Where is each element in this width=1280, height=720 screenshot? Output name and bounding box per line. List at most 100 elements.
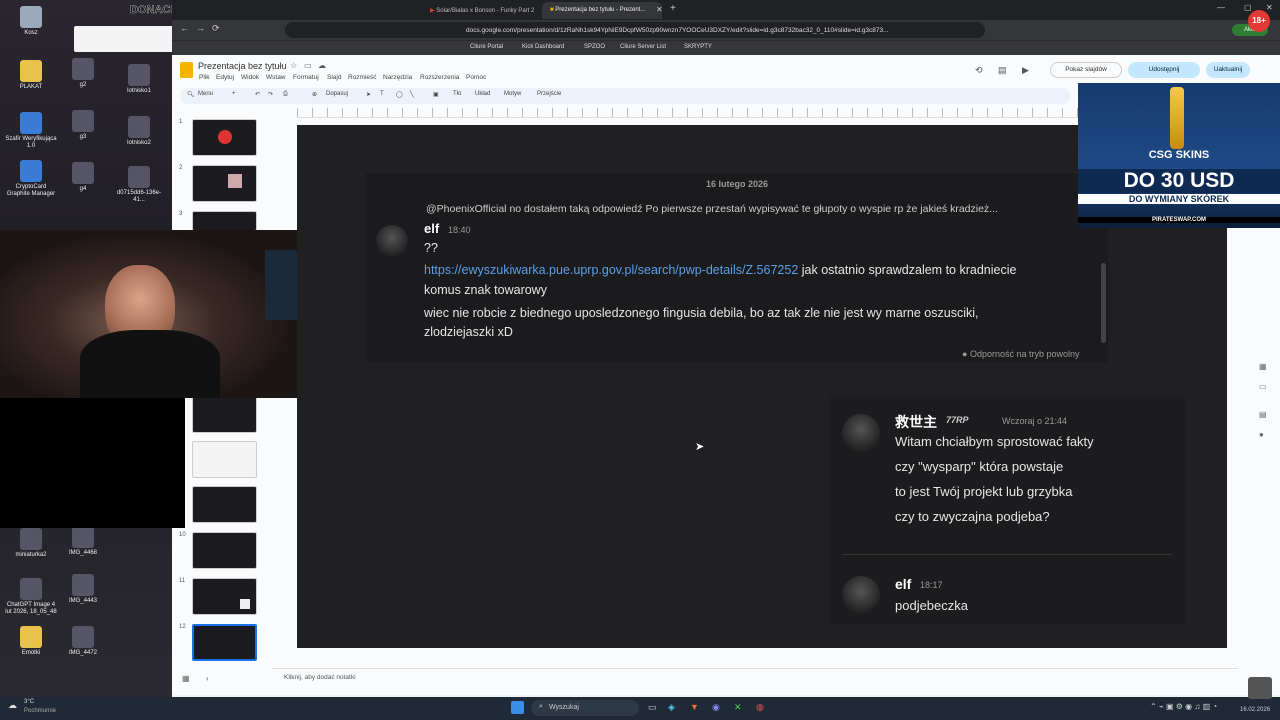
windows-start-icon[interactable] bbox=[511, 701, 524, 714]
zoom-select[interactable]: Dopasuj bbox=[326, 91, 348, 97]
background-button[interactable]: Tło bbox=[453, 91, 461, 97]
desktop-icon-label: IMG_4472 bbox=[68, 650, 98, 656]
meet-icon[interactable]: ▶ bbox=[1022, 65, 1029, 76]
new-tab-icon[interactable]: + bbox=[670, 3, 676, 14]
print-icon[interactable]: ⎙ bbox=[283, 91, 288, 98]
maximize-icon[interactable]: ▢ bbox=[1244, 3, 1252, 12]
theme-button[interactable]: Motyw bbox=[504, 91, 521, 97]
speaker-notes[interactable]: Kliknij, aby dodać notatki bbox=[272, 668, 1238, 688]
menu-search-label[interactable]: Menu bbox=[198, 91, 213, 97]
desktop-icon[interactable]: PLAKAT bbox=[4, 60, 58, 91]
new-slide-icon[interactable]: + bbox=[232, 91, 236, 97]
image-icon bbox=[20, 578, 42, 600]
collapse-panel-icon[interactable]: ‹ bbox=[206, 674, 209, 683]
menu-edit[interactable]: Edytuj bbox=[216, 74, 234, 81]
close-window-icon[interactable]: ✕ bbox=[1266, 3, 1273, 12]
slide-thumbnail-selected[interactable] bbox=[192, 624, 257, 661]
slide-thumbnail[interactable] bbox=[192, 211, 257, 231]
undo-icon[interactable]: ↶ bbox=[255, 91, 260, 98]
menu-slide[interactable]: Slajd bbox=[327, 74, 341, 81]
monitor-image bbox=[265, 250, 297, 320]
bookmark-item[interactable]: SKRYPTY bbox=[684, 44, 712, 50]
steam-icon[interactable]: ◈ bbox=[668, 702, 675, 713]
textbox-icon[interactable]: T bbox=[380, 91, 384, 97]
brave-icon[interactable]: ▼ bbox=[690, 702, 699, 712]
desktop-icon[interactable]: CryptoCard Graphite Manager bbox=[4, 160, 58, 198]
contacts-icon[interactable]: ● bbox=[1259, 430, 1264, 439]
menu-arrange[interactable]: Rozmieść bbox=[348, 74, 377, 81]
search-box[interactable]: ⌕ Wyszukaj bbox=[531, 700, 639, 716]
slide-thumbnail[interactable] bbox=[192, 165, 257, 202]
desktop-icon[interactable]: g4 bbox=[56, 162, 110, 193]
task-view-icon[interactable]: ▭ bbox=[648, 702, 657, 713]
slide-thumbnail[interactable] bbox=[192, 441, 257, 478]
slideshow-button[interactable]: Pokaz slajdów bbox=[1050, 62, 1122, 78]
line-icon[interactable]: ╲ bbox=[410, 91, 414, 98]
slide-thumbnail[interactable] bbox=[192, 119, 257, 156]
forward-icon[interactable]: → bbox=[196, 23, 205, 33]
desktop-icon[interactable]: IMG_4443 bbox=[56, 574, 110, 605]
tab-music[interactable]: ▶ Solar/Białas x Bonson - Funky Part 2 bbox=[422, 2, 540, 19]
menu-tools[interactable]: Narzędzia bbox=[383, 74, 412, 81]
xbox-icon[interactable]: ✕ bbox=[734, 702, 742, 713]
move-folder-icon[interactable]: ▭ bbox=[304, 61, 312, 70]
share-button[interactable]: Udostępnij bbox=[1128, 62, 1200, 78]
desktop-icon[interactable]: lotnisko2 bbox=[112, 116, 166, 147]
app-icon[interactable]: ◍ bbox=[756, 702, 764, 713]
desktop-icon[interactable]: miniaturka2 bbox=[4, 528, 58, 559]
slide-thumbnail[interactable] bbox=[192, 532, 257, 569]
update-button[interactable]: Uaktualnij bbox=[1206, 62, 1250, 78]
menu-extensions[interactable]: Rozszerzenia bbox=[420, 74, 459, 81]
bookmark-item[interactable]: Cliure Portal bbox=[470, 44, 503, 50]
thumb-number: 12 bbox=[179, 624, 186, 630]
minimize-icon[interactable]: — bbox=[1217, 3, 1225, 12]
bookmark-item[interactable]: Kick Dashboard bbox=[522, 44, 564, 50]
slide-thumbnail[interactable] bbox=[192, 578, 257, 615]
shape-icon[interactable]: ◯ bbox=[396, 91, 403, 98]
desktop-icon[interactable]: Kosz bbox=[4, 6, 58, 37]
menu-format[interactable]: Formatuj bbox=[293, 74, 319, 81]
history-icon[interactable]: ⟲ bbox=[975, 65, 983, 76]
desktop-icon[interactable]: g2 bbox=[56, 58, 110, 89]
slide-thumbnail[interactable] bbox=[192, 486, 257, 523]
select-tool-icon[interactable]: ➤ bbox=[366, 91, 371, 98]
transition-button[interactable]: Przejście bbox=[537, 91, 561, 97]
tasks-icon[interactable]: ▤ bbox=[1259, 410, 1267, 419]
menu-insert[interactable]: Wstaw bbox=[266, 74, 286, 81]
desktop-icon[interactable]: IMG_4468 bbox=[56, 526, 110, 557]
desktop-icon[interactable]: g3 bbox=[56, 110, 110, 141]
taskbar: ☁ 3°C Pochmurnie ⌕ Wyszukaj ▭ ◈ ▼ ◉ ✕ ◍ … bbox=[0, 677, 1280, 720]
menu-file[interactable]: Plik bbox=[199, 74, 209, 81]
desktop-icon[interactable]: d0715dd6-136e-41... bbox=[112, 166, 166, 204]
layout-button[interactable]: Układ bbox=[475, 91, 490, 97]
desktop-icon[interactable]: Emotki bbox=[4, 626, 58, 657]
system-tray-icons[interactable]: ⌃ ⌁ ▣ ⚙ ◉ ♫ ▥ ◔ bbox=[1150, 702, 1217, 711]
tab-presentation[interactable]: ■ Prezentacja bez tytułu - Prezent... bbox=[542, 2, 662, 19]
reload-icon[interactable]: ⟳ bbox=[212, 23, 220, 34]
desktop-icon[interactable]: lotnisko1 bbox=[112, 64, 166, 95]
redo-icon[interactable]: ↷ bbox=[268, 91, 273, 98]
star-icon[interactable]: ☆ bbox=[290, 61, 297, 70]
slides-logo-icon[interactable] bbox=[180, 62, 193, 78]
desktop-icon-label: ChatGPT Image 4 lut 2026, 18_05_48 bbox=[5, 602, 57, 615]
desktop-icon[interactable]: Szafir Weryfikująca 1.0 bbox=[4, 112, 58, 150]
divider bbox=[842, 554, 1172, 555]
search-icon[interactable]: 🔍︎ bbox=[187, 91, 195, 98]
close-tab-icon[interactable]: ✕ bbox=[656, 5, 663, 14]
keep-icon[interactable]: ▭ bbox=[1259, 382, 1267, 391]
bookmark-item[interactable]: SPZOO bbox=[584, 44, 605, 50]
desktop-icon[interactable]: IMG_4472 bbox=[56, 626, 110, 657]
menu-view[interactable]: Widok bbox=[241, 74, 259, 81]
desktop-icon[interactable]: ChatGPT Image 4 lut 2026, 18_05_48 bbox=[4, 578, 58, 616]
discord-icon[interactable]: ◉ bbox=[712, 702, 720, 713]
comment-add-icon[interactable]: ▣ bbox=[433, 91, 439, 98]
zoom-icon[interactable]: ⊕ bbox=[312, 91, 317, 98]
menu-help[interactable]: Pomoc bbox=[466, 74, 486, 81]
comments-icon[interactable]: ▤ bbox=[998, 65, 1007, 76]
bookmark-item[interactable]: Cliure Server List bbox=[620, 44, 666, 50]
slide-thumbnail[interactable] bbox=[192, 396, 257, 433]
grid-view-icon[interactable]: ▦ bbox=[182, 674, 190, 683]
back-icon[interactable]: ← bbox=[180, 23, 189, 33]
calendar-icon[interactable]: ▦ bbox=[1259, 362, 1267, 371]
document-title[interactable]: Prezentacja bez tytułu bbox=[198, 61, 287, 71]
